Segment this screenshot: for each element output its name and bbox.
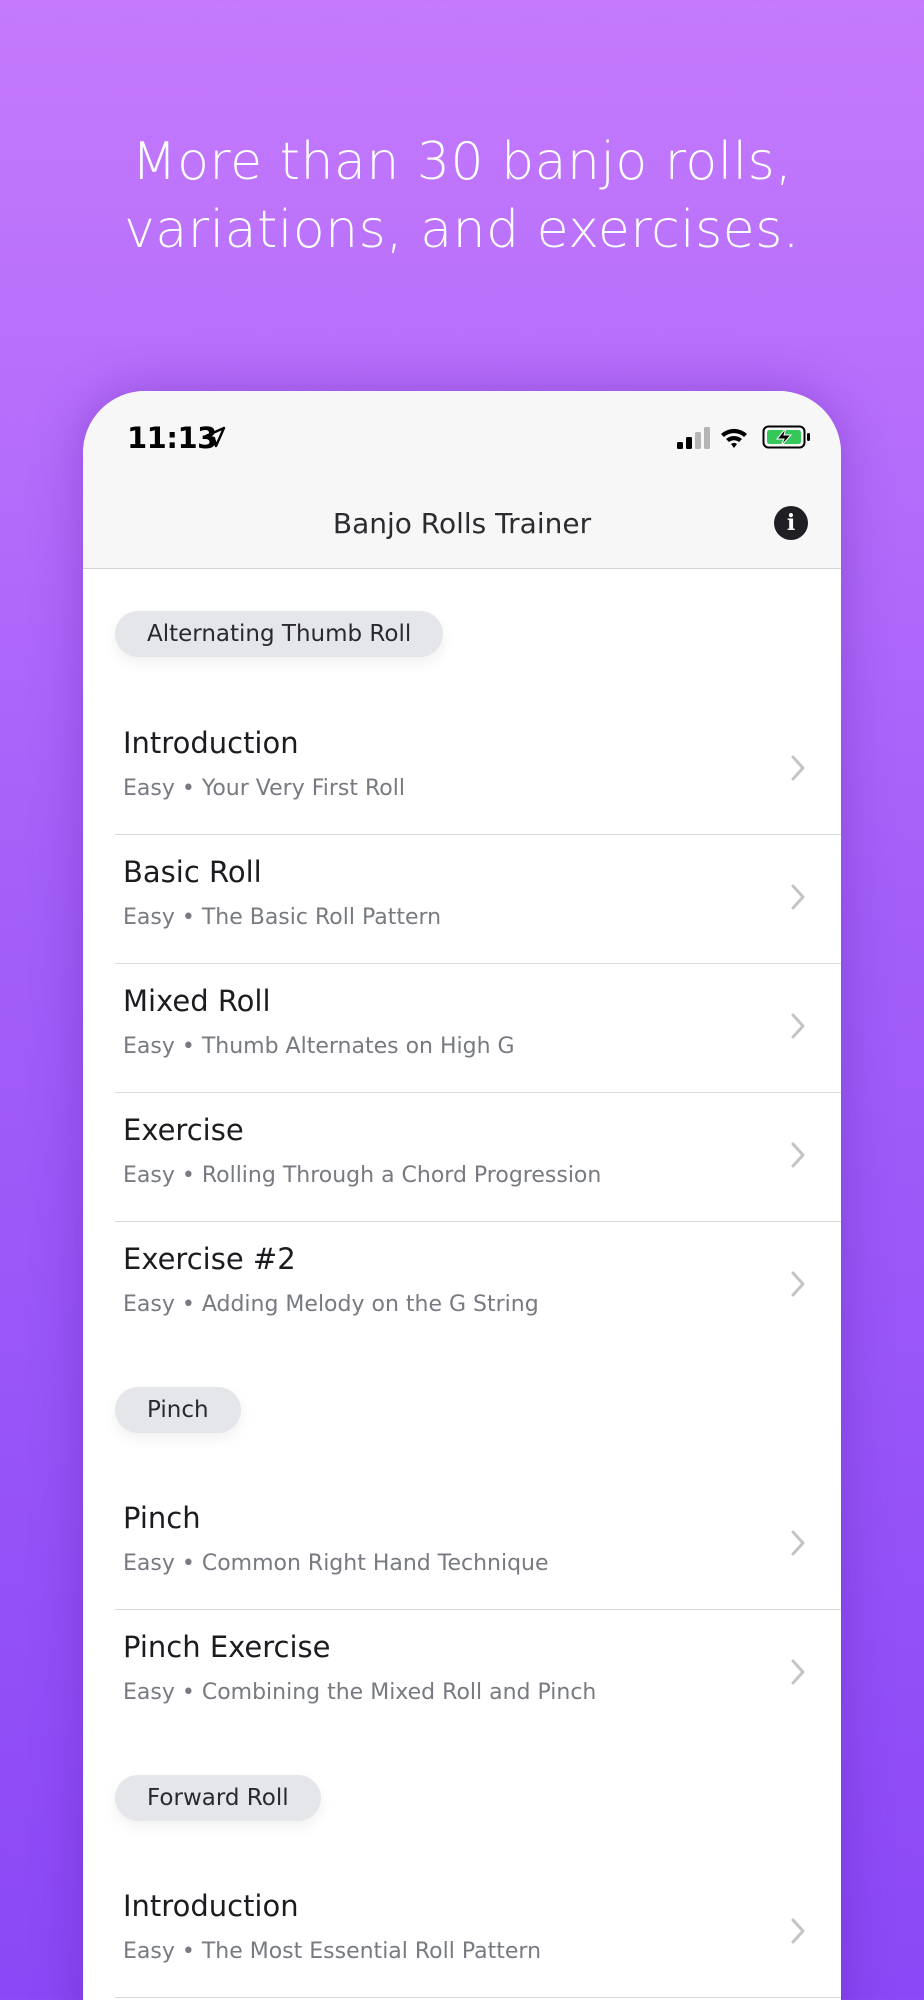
- item-title: Introduction: [123, 726, 299, 760]
- item-subtitle: Easy • Your Very First Roll: [123, 776, 405, 801]
- headline-line-2: variations, and exercises.: [124, 200, 800, 260]
- item-subtitle: Easy • Adding Melody on the G String: [123, 1292, 539, 1317]
- list-item[interactable]: Exercise #2 Easy • Adding Melody on the …: [83, 1222, 841, 1351]
- list-item[interactable]: Introduction Easy • Your Very First Roll: [83, 706, 841, 835]
- chevron-right-icon: [791, 1918, 805, 1944]
- item-subtitle: Easy • Thumb Alternates on High G: [123, 1034, 515, 1059]
- wifi-icon: [721, 428, 747, 448]
- item-subtitle: Easy • The Most Essential Roll Pattern: [123, 1939, 542, 1964]
- section-header-alternating-thumb-roll: Alternating Thumb Roll: [115, 611, 444, 657]
- section-header-pinch: Pinch: [115, 1387, 241, 1433]
- chevron-right-icon: [791, 1530, 805, 1556]
- item-title: Mixed Roll: [123, 984, 271, 1018]
- chevron-right-icon: [791, 1271, 805, 1297]
- phone-frame: 11:13 Banjo Rolls Trainer i Alternating …: [83, 391, 841, 2000]
- item-subtitle: Easy • The Basic Roll Pattern: [123, 905, 442, 930]
- chevron-right-icon: [791, 1142, 805, 1168]
- list-item[interactable]: Pinch Easy • Common Right Hand Technique: [83, 1481, 841, 1610]
- info-icon[interactable]: i: [774, 506, 808, 540]
- item-subtitle: Easy • Combining the Mixed Roll and Pinc…: [123, 1680, 597, 1705]
- item-title: Pinch Exercise: [123, 1630, 331, 1664]
- list-item[interactable]: Exercise Easy • Rolling Through a Chord …: [83, 1093, 841, 1222]
- section-header-forward-roll: Forward Roll: [115, 1775, 321, 1821]
- item-title: Pinch: [123, 1501, 201, 1535]
- item-title: Basic Roll: [123, 855, 262, 889]
- list-item[interactable]: Pinch Exercise Easy • Combining the Mixe…: [83, 1610, 841, 1739]
- divider: [115, 1997, 841, 1998]
- item-subtitle: Easy • Rolling Through a Chord Progressi…: [123, 1163, 602, 1188]
- signal-icon: [677, 427, 710, 449]
- nav-title: Banjo Rolls Trainer: [332, 507, 592, 540]
- chevron-right-icon: [791, 1013, 805, 1039]
- list-item[interactable]: Mixed Roll Easy • Thumb Alternates on Hi…: [83, 964, 841, 1093]
- item-title: Exercise #2: [123, 1242, 296, 1276]
- battery-charging-icon: [762, 425, 810, 449]
- promo-headline: More than 30 banjo rolls, variations, an…: [0, 128, 924, 264]
- navigation-bar: 11:13 Banjo Rolls Trainer i: [83, 391, 841, 569]
- item-subtitle: Easy • Common Right Hand Technique: [123, 1551, 549, 1576]
- item-title: Introduction: [123, 1889, 299, 1923]
- list-item[interactable]: Basic Roll Easy • The Basic Roll Pattern: [83, 835, 841, 964]
- item-title: Exercise: [123, 1113, 244, 1147]
- list-item[interactable]: Introduction Easy • The Most Essential R…: [83, 1869, 841, 1998]
- location-arrow-icon: [204, 426, 226, 448]
- headline-line-1: More than 30 banjo rolls,: [131, 132, 793, 192]
- chevron-right-icon: [791, 1659, 805, 1685]
- chevron-right-icon: [791, 755, 805, 781]
- chevron-right-icon: [791, 884, 805, 910]
